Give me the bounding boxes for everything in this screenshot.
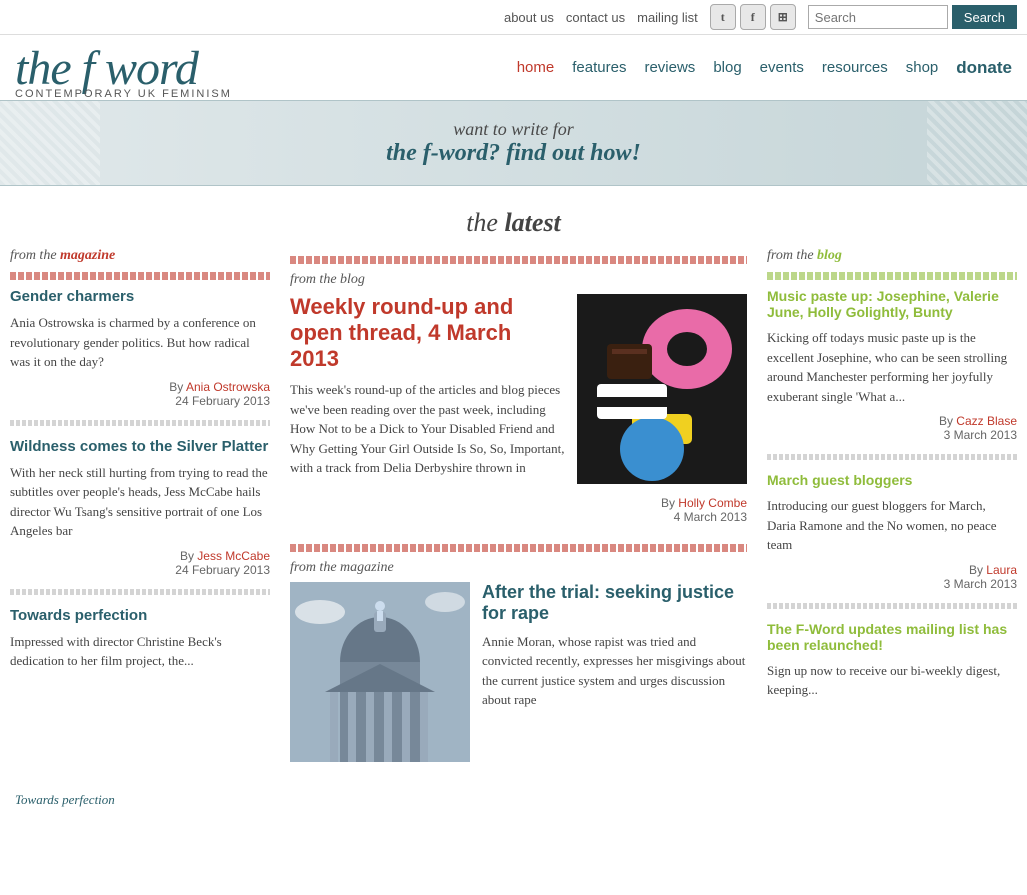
center-article-2-title[interactable]: After the trial: seeking justice for rap… bbox=[482, 582, 747, 624]
promo-brand: the f-word bbox=[386, 140, 488, 166]
main-nav: home features reviews blog events resour… bbox=[517, 58, 1012, 88]
center-divider-1 bbox=[290, 256, 747, 264]
right-article-2-date: 3 March 2013 bbox=[944, 577, 1017, 591]
social-icons: t f ⊞ bbox=[710, 4, 796, 30]
nav-events[interactable]: events bbox=[760, 59, 804, 76]
center-column: from the blog Weekly round-up and open t… bbox=[290, 248, 747, 782]
left-article-1-byline: By Ania Ostrowska 24 February 2013 bbox=[10, 380, 270, 408]
site-logo: the f word CONTEMPORARY UK FEMINISM bbox=[15, 45, 232, 100]
center-from-label-1: from the blog bbox=[290, 272, 747, 288]
twitter-icon[interactable]: t bbox=[710, 4, 736, 30]
center-article-1-title[interactable]: Weekly round-up and open thread, 4 March… bbox=[290, 294, 565, 372]
facebook-icon[interactable]: f bbox=[740, 4, 766, 30]
center-article-1-excerpt: This week's round-up of the articles and… bbox=[290, 380, 565, 478]
top-bar: about us contact us mailing list t f ⊞ S… bbox=[0, 0, 1027, 35]
left-article-2-byline: By Jess McCabe 24 February 2013 bbox=[10, 549, 270, 577]
nav-shop[interactable]: shop bbox=[906, 59, 939, 76]
promo-line2: the f-word? find out how! bbox=[20, 140, 1007, 167]
left-divider-2 bbox=[10, 420, 270, 426]
contact-link[interactable]: contact us bbox=[566, 10, 625, 25]
right-article-2-title[interactable]: March guest bloggers bbox=[767, 472, 1017, 488]
left-article-1: Gender charmers Ania Ostrowska is charme… bbox=[10, 288, 270, 408]
right-article-3-excerpt: Sign up now to receive our bi-weekly dig… bbox=[767, 661, 1017, 700]
center-article-1-byline: By Holly Combe 4 March 2013 bbox=[290, 496, 747, 524]
nav-resources[interactable]: resources bbox=[822, 59, 888, 76]
about-link[interactable]: about us bbox=[504, 10, 554, 25]
right-column: from the blog Music paste up: Josephine,… bbox=[767, 248, 1017, 782]
search-input[interactable] bbox=[808, 5, 948, 29]
right-article-3-title[interactable]: The F-Word updates mailing list has been… bbox=[767, 621, 1017, 653]
latest-heading: the latest bbox=[0, 188, 1027, 248]
left-article-3: Towards perfection Impressed with direct… bbox=[10, 607, 270, 671]
promo-line1: want to write for bbox=[20, 119, 1007, 140]
left-article-1-author[interactable]: Ania Ostrowska bbox=[186, 380, 270, 394]
right-article-1-excerpt: Kicking off todays music paste up is the… bbox=[767, 328, 1017, 406]
logo-tagline: CONTEMPORARY UK FEMINISM bbox=[15, 89, 232, 100]
left-column: from the magazine Gender charmers Ania O… bbox=[10, 248, 270, 782]
footer-tagline: Towards perfection bbox=[0, 782, 1027, 818]
center-article-1: from the blog Weekly round-up and open t… bbox=[290, 256, 747, 524]
nav-reviews[interactable]: reviews bbox=[644, 59, 695, 76]
promo-banner[interactable]: want to write for the f-word? find out h… bbox=[0, 100, 1027, 186]
building-image bbox=[290, 582, 470, 762]
left-article-2-excerpt: With her neck still hurting from trying … bbox=[10, 463, 270, 541]
search-button[interactable]: Search bbox=[952, 5, 1017, 29]
left-divider-3 bbox=[10, 589, 270, 595]
candy-image bbox=[577, 294, 747, 484]
right-article-1-byline: By Cazz Blase 3 March 2013 bbox=[767, 414, 1017, 442]
left-article-3-title[interactable]: Towards perfection bbox=[10, 607, 270, 624]
center-article-2-bottom: After the trial: seeking justice for rap… bbox=[290, 582, 747, 762]
center-article-1-date: 4 March 2013 bbox=[674, 510, 747, 524]
right-article-2: March guest bloggers Introducing our gue… bbox=[767, 472, 1017, 591]
center-article-1-top: Weekly round-up and open thread, 4 March… bbox=[290, 294, 747, 486]
promo-rest: ? find out how! bbox=[488, 140, 641, 166]
left-article-2-title[interactable]: Wildness comes to the Silver Platter bbox=[10, 438, 270, 455]
mailing-link[interactable]: mailing list bbox=[637, 10, 698, 25]
right-divider-2 bbox=[767, 454, 1017, 460]
left-from-label: from the magazine bbox=[10, 248, 270, 264]
left-article-2-author[interactable]: Jess McCabe bbox=[197, 549, 270, 563]
left-article-2: Wildness comes to the Silver Platter Wit… bbox=[10, 438, 270, 577]
left-article-1-title[interactable]: Gender charmers bbox=[10, 288, 270, 305]
search-box: Search bbox=[808, 5, 1017, 29]
right-divider-3 bbox=[767, 603, 1017, 609]
right-from-label: from the blog bbox=[767, 248, 1017, 264]
latest-pre: the bbox=[466, 208, 504, 237]
nav-features[interactable]: features bbox=[572, 59, 626, 76]
content-area: from the magazine Gender charmers Ania O… bbox=[0, 248, 1027, 782]
center-article-2-excerpt: Annie Moran, whose rapist was tried and … bbox=[482, 632, 747, 710]
nav-donate[interactable]: donate bbox=[956, 58, 1012, 78]
latest-main: latest bbox=[504, 208, 560, 237]
left-article-1-date: 24 February 2013 bbox=[175, 394, 270, 408]
right-article-1: Music paste up: Josephine, Valerie June,… bbox=[767, 288, 1017, 442]
center-article-2-text: After the trial: seeking justice for rap… bbox=[482, 582, 747, 762]
right-article-3: The F-Word updates mailing list has been… bbox=[767, 621, 1017, 700]
nav-blog[interactable]: blog bbox=[713, 59, 741, 76]
left-article-1-excerpt: Ania Ostrowska is charmed by a conferenc… bbox=[10, 313, 270, 372]
rss-icon[interactable]: ⊞ bbox=[770, 4, 796, 30]
left-article-2-date: 24 February 2013 bbox=[175, 563, 270, 577]
center-article-2: from the magazine bbox=[290, 544, 747, 762]
right-article-2-excerpt: Introducing our guest bloggers for March… bbox=[767, 496, 1017, 555]
right-article-2-author[interactable]: Laura bbox=[986, 563, 1017, 577]
center-from-label-2: from the magazine bbox=[290, 560, 747, 576]
center-article-1-text: Weekly round-up and open thread, 4 March… bbox=[290, 294, 565, 486]
left-article-3-excerpt: Impressed with director Christine Beck's… bbox=[10, 632, 270, 671]
right-article-1-author[interactable]: Cazz Blase bbox=[956, 414, 1017, 428]
right-article-1-date: 3 March 2013 bbox=[944, 428, 1017, 442]
right-article-2-byline: By Laura 3 March 2013 bbox=[767, 563, 1017, 591]
site-header: the f word CONTEMPORARY UK FEMINISM home… bbox=[0, 35, 1027, 100]
nav-home[interactable]: home bbox=[517, 59, 555, 76]
right-divider-1 bbox=[767, 272, 1017, 280]
center-divider-2 bbox=[290, 544, 747, 552]
center-article-1-author[interactable]: Holly Combe bbox=[678, 496, 747, 510]
left-divider bbox=[10, 272, 270, 280]
right-article-1-title[interactable]: Music paste up: Josephine, Valerie June,… bbox=[767, 288, 1017, 320]
logo-text: the f word bbox=[15, 45, 232, 93]
